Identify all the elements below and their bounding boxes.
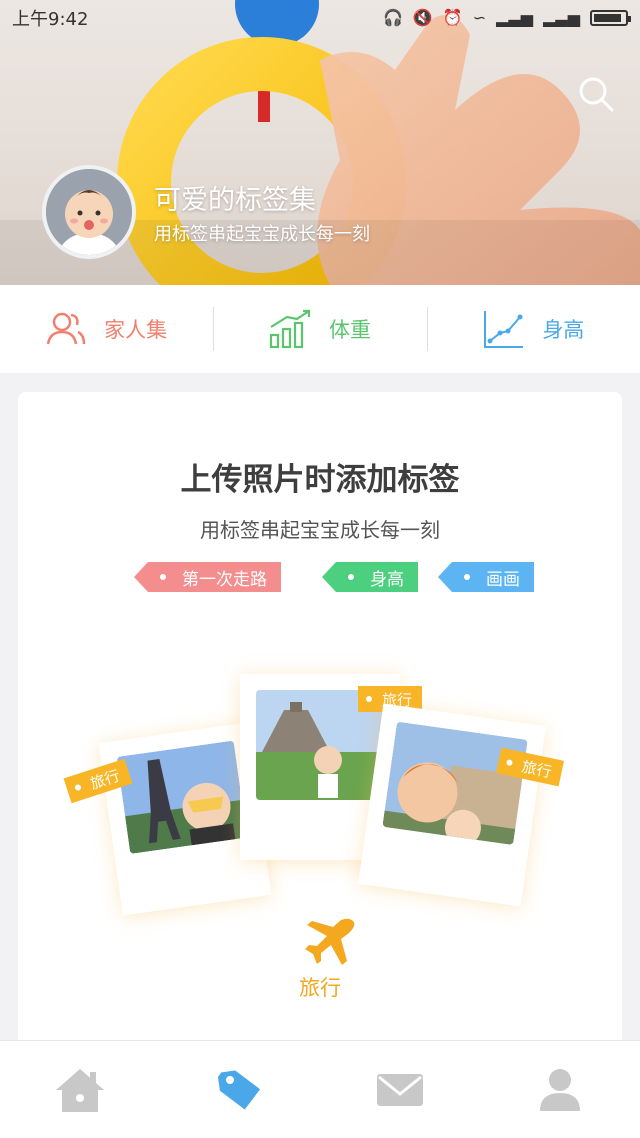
tab-tags[interactable]	[160, 1041, 320, 1138]
home-icon	[56, 1068, 104, 1112]
tab-messages[interactable]	[320, 1041, 480, 1138]
headphone-icon: 🎧	[382, 8, 403, 27]
battery-icon	[590, 10, 631, 26]
status-bar: 上午9:42 🎧 🔇 ⏰ ∽ ▂▃▅ ▂▃▅	[0, 0, 640, 36]
card-subtitle: 用标签串起宝宝成长每一刻	[200, 518, 440, 542]
photo-tag-label: 旅行	[520, 757, 554, 781]
nav-family-label: 家人集	[104, 318, 168, 342]
tag-first-walk[interactable]: 第一次走路	[134, 562, 281, 592]
profile-icon	[540, 1068, 580, 1111]
airplane-icon	[305, 918, 355, 965]
nav-weight[interactable]: 体重	[213, 285, 426, 373]
profile-header: 上午9:42 🎧 🔇 ⏰ ∽ ▂▃▅ ▂▃▅ 可爱的标签集 用标签串起宝宝成长每…	[0, 0, 640, 285]
photo-castle	[382, 721, 528, 845]
family-icon	[46, 312, 86, 345]
signal-icon: ▂▃▅	[543, 8, 580, 27]
tag-label: 画画	[486, 569, 520, 590]
profile-subtitle: 用标签串起宝宝成长每一刻	[154, 224, 370, 245]
photo-card-right	[358, 703, 546, 907]
nav-height-label: 身高	[542, 318, 585, 342]
signal-icon: ▂▃▅	[496, 8, 534, 27]
photo-eiffel	[116, 740, 248, 854]
alarm-icon: ⏰	[442, 8, 463, 27]
profile-title: 可爱的标签集	[154, 185, 316, 216]
tag-height[interactable]: 身高	[322, 562, 418, 592]
bottom-tab-bar	[0, 1040, 640, 1138]
status-time: 上午9:42	[12, 9, 89, 30]
status-icons: 🎧 🔇 ⏰ ∽ ▂▃▅ ▂▃▅	[382, 8, 631, 27]
tag-label: 第一次走路	[182, 569, 267, 590]
tag-drawing[interactable]: 画画	[438, 562, 534, 592]
weight-chart-icon	[269, 309, 311, 349]
card-title: 上传照片时添加标签	[180, 462, 460, 498]
tab-profile[interactable]	[480, 1041, 640, 1138]
tag-intro-card: 上传照片时添加标签 用标签串起宝宝成长每一刻 第一次走路 身高 画画 旅行 旅行…	[18, 392, 622, 1052]
mute-icon: 🔇	[412, 8, 433, 27]
tag-label: 身高	[370, 569, 404, 590]
nav-height[interactable]: 身高	[426, 285, 640, 373]
search-icon[interactable]	[576, 74, 616, 114]
baby-avatar[interactable]	[42, 165, 136, 259]
tab-home[interactable]	[0, 1041, 160, 1138]
wifi-icon: ∽	[472, 8, 487, 27]
category-label: 旅行	[299, 976, 341, 1000]
nav-family[interactable]: 家人集	[0, 285, 213, 373]
tag-icon	[217, 1069, 261, 1110]
height-chart-icon	[484, 311, 524, 348]
quick-nav: 家人集 体重 身高	[0, 285, 640, 373]
nav-weight-label: 体重	[328, 318, 371, 342]
mail-icon	[377, 1073, 423, 1106]
